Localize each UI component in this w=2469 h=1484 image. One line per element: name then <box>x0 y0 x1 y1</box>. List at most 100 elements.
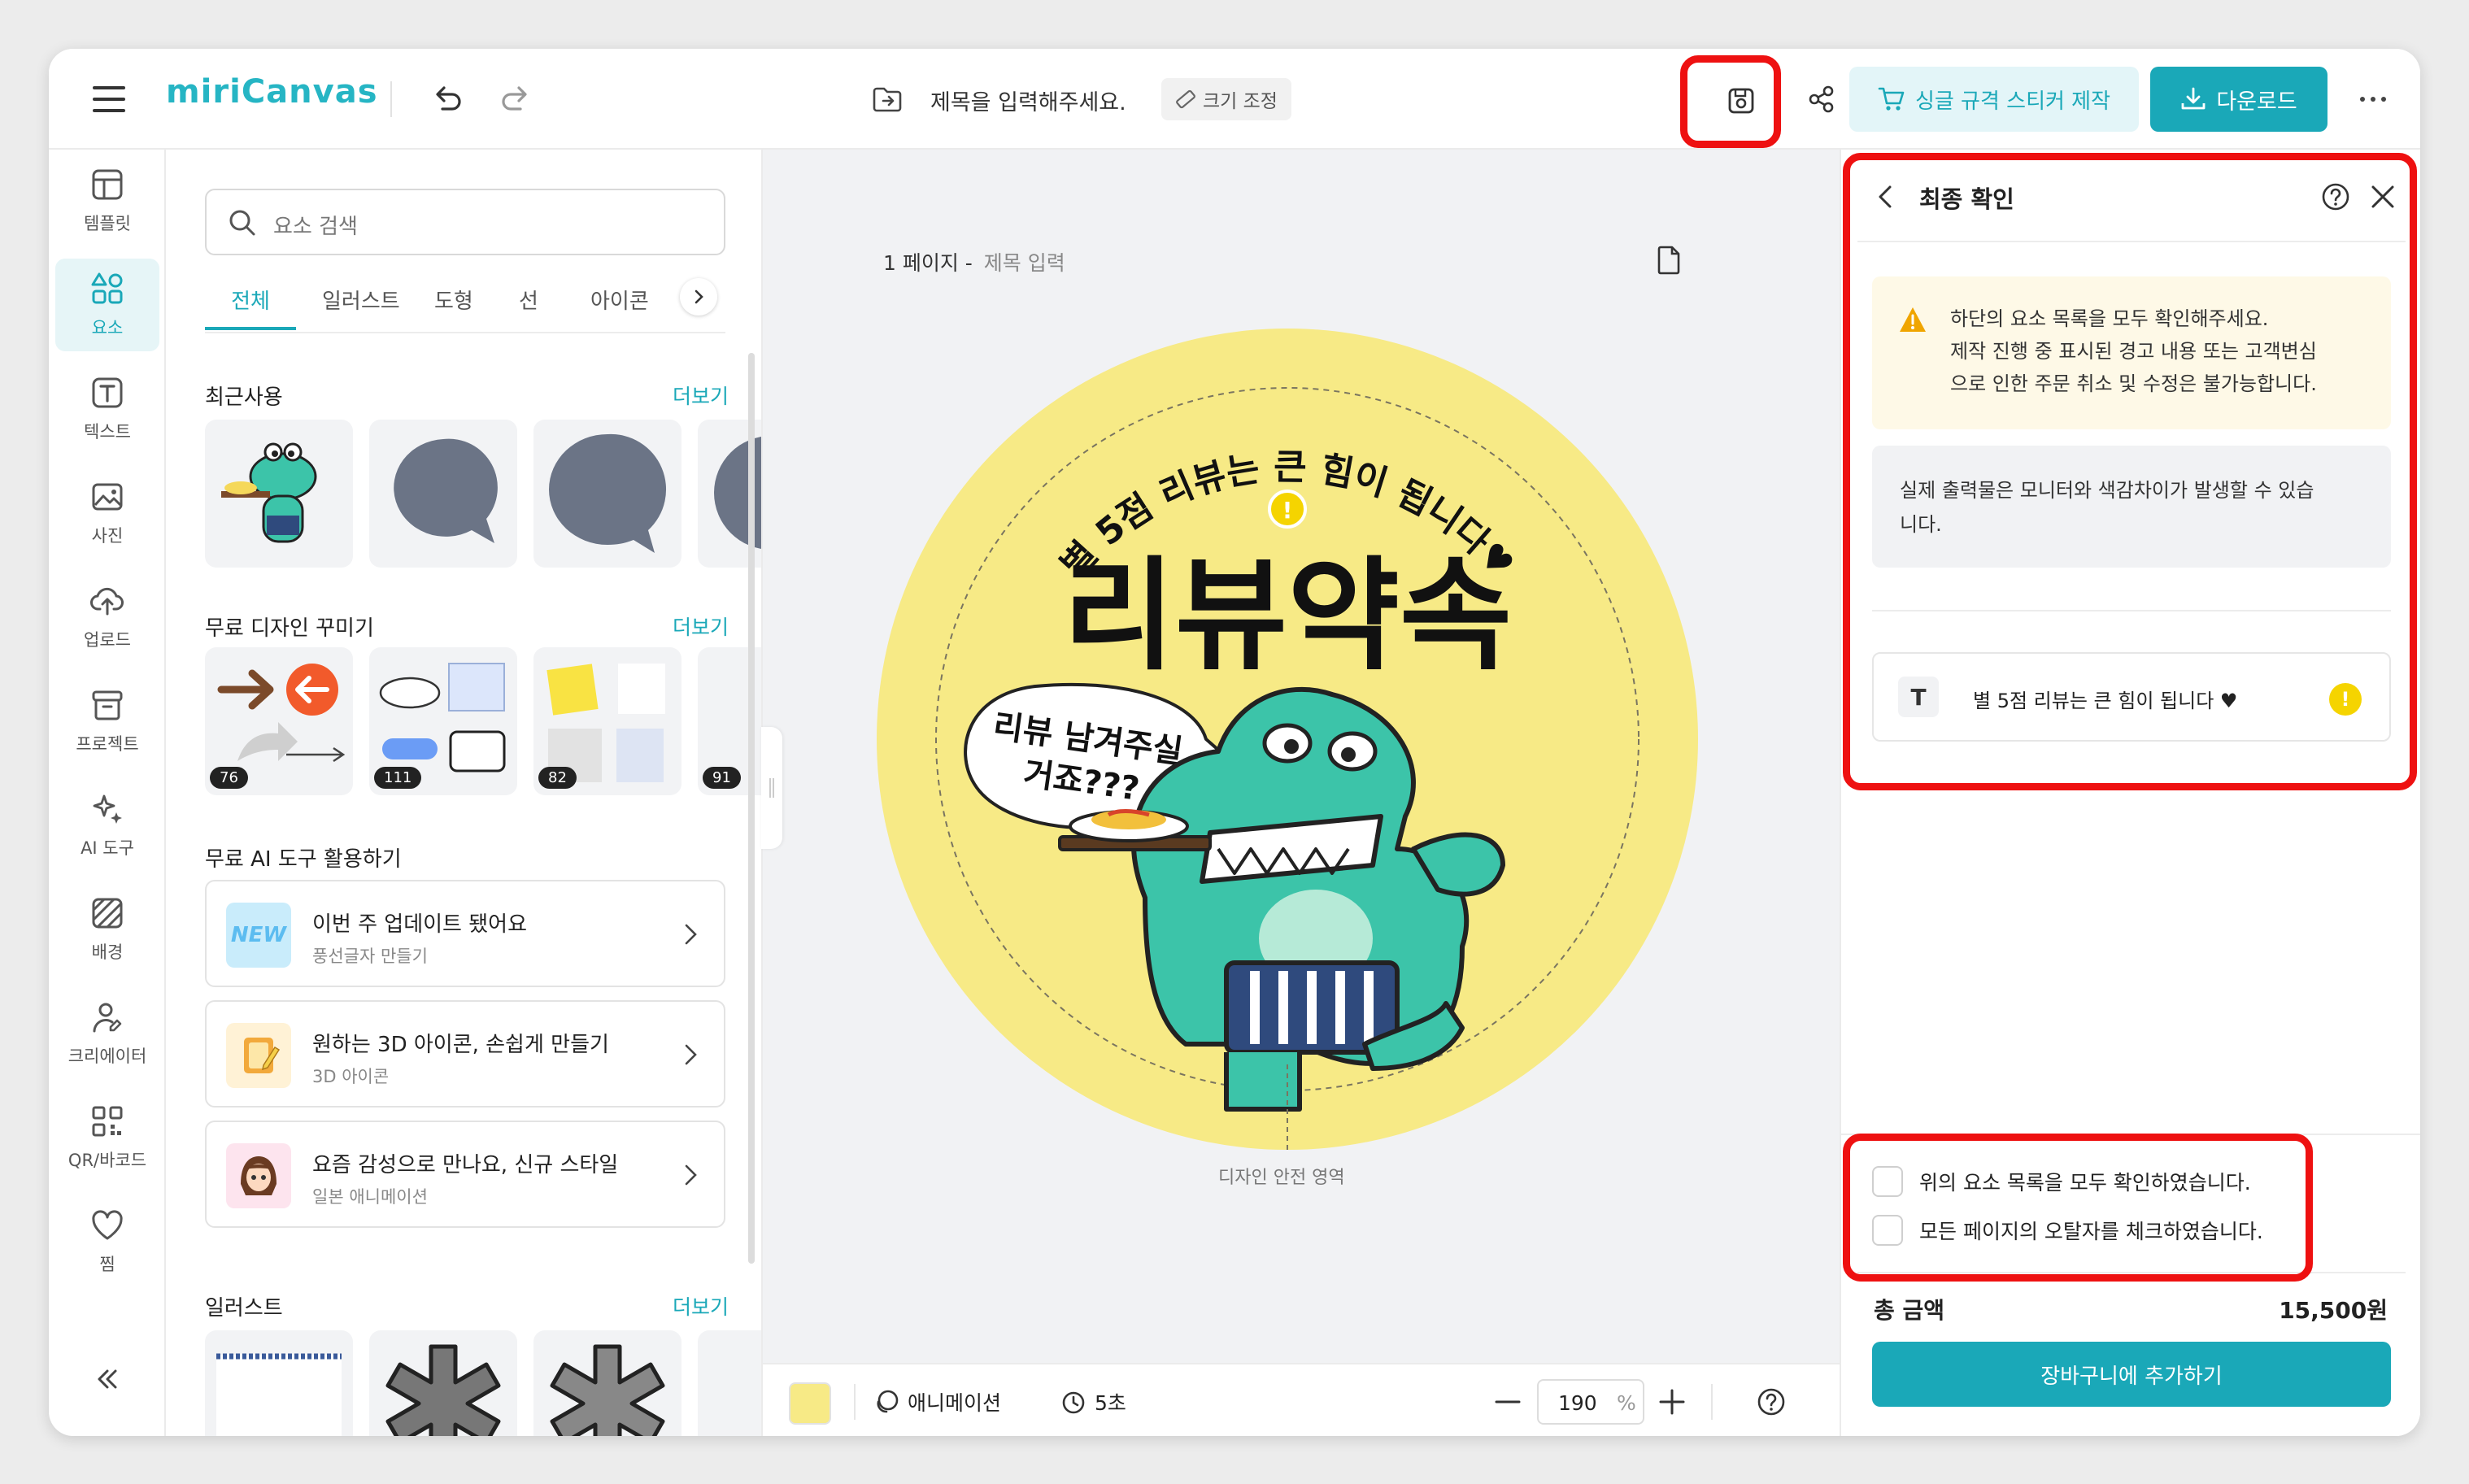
tab-line[interactable]: 선 <box>519 285 538 315</box>
qr-icon <box>89 1103 125 1139</box>
sticker-design[interactable]: 별 5점 리뷰는 큰 힘이 됩니다♥ ! 리뷰약속 리뷰 남겨주실 거죠??? <box>877 329 1698 1150</box>
deco-count-badge: 82 <box>538 767 577 789</box>
recent-thumb-speech-bubble-1[interactable] <box>369 420 517 568</box>
illust-thumb-asterisk-1[interactable] <box>369 1330 517 1436</box>
asterisk-icon <box>550 1344 665 1436</box>
deco-thumb-notes[interactable]: 82 <box>533 647 681 795</box>
elements-panel: 요소 검색 전체 일러스트 도형 선 아이콘 최근사용 더보기 무료 디자인 꾸… <box>168 150 761 1436</box>
notebook-3d-icon <box>236 1033 281 1078</box>
ai-card-3d-icon[interactable]: 원하는 3D 아이콘, 손쉽게 만들기 3D 아이콘 <box>205 1000 725 1108</box>
duration-button[interactable]: 5초 <box>1060 1382 1126 1421</box>
animation-icon <box>873 1389 899 1415</box>
sidebar-item-creator[interactable]: 크리에이터 <box>55 987 159 1080</box>
tab-illust[interactable]: 일러스트 <box>322 285 400 315</box>
checkbox-elements-confirmed[interactable] <box>1872 1166 1903 1197</box>
download-button[interactable]: 다운로드 <box>2150 67 2327 132</box>
background-color-swatch[interactable] <box>789 1382 831 1425</box>
illust-thumb-frame[interactable] <box>205 1330 353 1436</box>
element-list-item[interactable]: T 별 5점 리뷰는 큰 힘이 됩니다 ♥ ! <box>1872 652 2391 742</box>
illust-thumb-partial[interactable] <box>698 1330 761 1436</box>
divider <box>854 1384 856 1420</box>
timer-icon <box>1060 1389 1086 1415</box>
back-icon[interactable] <box>1874 182 1898 211</box>
add-page-icon[interactable] <box>1656 246 1682 275</box>
menu-icon[interactable] <box>93 85 125 114</box>
deco-thumb-arrows[interactable]: 76 <box>205 647 353 795</box>
anime-face-icon <box>234 1151 283 1200</box>
panel-scrollbar[interactable] <box>748 353 755 1264</box>
zoom-out-icon[interactable] <box>1495 1392 1521 1412</box>
deco-thumb-bubbles[interactable]: 111 <box>369 647 517 795</box>
logo[interactable]: miriCanvas <box>166 73 378 111</box>
ai-sparkle-icon <box>89 791 125 827</box>
left-sidebar: 템플릿 요소 텍스트 사진 업로드 프로젝트 AI 도구 배경 크리에이터 QR… <box>49 150 166 1436</box>
animation-button[interactable]: 애니메이션 <box>873 1382 1001 1421</box>
checkbox-row-typos[interactable]: 모든 페이지의 오탈자를 체크하였습니다. <box>1872 1215 2263 1246</box>
page-label: 1 페이지 - 제목 입력 <box>883 251 1065 275</box>
recent-more-link[interactable]: 더보기 <box>673 381 729 410</box>
free-deco-more-link[interactable]: 더보기 <box>673 611 729 641</box>
sticker-main-text[interactable]: 리뷰약속 <box>1063 546 1512 687</box>
tab-shape[interactable]: 도형 <box>434 285 473 315</box>
sidebar-item-background[interactable]: 배경 <box>55 883 159 976</box>
panel-resize-handle[interactable] <box>761 727 782 849</box>
undo-icon[interactable] <box>431 83 464 115</box>
zoom-input[interactable]: 190 % <box>1537 1379 1644 1425</box>
sidebar-item-favorites[interactable]: 찜 <box>55 1195 159 1288</box>
ai-card-title: 요즘 감성으로 만나요, 신규 스타일 <box>312 1153 619 1177</box>
template-icon <box>89 167 125 202</box>
sidebar-item-qr-barcode[interactable]: QR/바코드 <box>55 1091 159 1184</box>
illust-more-link[interactable]: 더보기 <box>673 1291 729 1321</box>
recent-thumb-speech-bubble-2[interactable] <box>533 420 681 568</box>
checkbox-typos-checked[interactable] <box>1872 1215 1903 1246</box>
help-icon[interactable] <box>2321 182 2350 211</box>
sidebar-item-upload[interactable]: 업로드 <box>55 571 159 664</box>
elements-icon <box>89 271 125 307</box>
ai-card-balloon-text[interactable]: NEW 이번 주 업데이트 됐어요 풍선글자 만들기 <box>205 880 725 987</box>
tab-icon[interactable]: 아이콘 <box>590 285 649 315</box>
resize-button[interactable]: 크기 조정 <box>1161 78 1291 120</box>
warning-text: 하단의 요소 목록을 모두 확인해주세요. 제작 진행 중 표시된 경고 내용 … <box>1950 307 2317 395</box>
zoom-in-icon[interactable] <box>1659 1389 1685 1415</box>
chevron-right-icon <box>690 288 708 306</box>
tab-all[interactable]: 전체 <box>205 285 296 330</box>
sidebar-item-template[interactable]: 템플릿 <box>55 154 159 247</box>
sidebar-item-text[interactable]: 텍스트 <box>55 363 159 455</box>
new-badge-text: NEW <box>230 923 287 947</box>
page-title-input[interactable]: 제목 입력 <box>984 251 1065 275</box>
ai-card-title: 이번 주 업데이트 됐어요 <box>312 912 527 937</box>
speech-bubble-icon <box>394 438 498 543</box>
add-to-cart-button[interactable]: 장바구니에 추가하기 <box>1872 1342 2391 1407</box>
sidebar-item-ai-tools[interactable]: AI 도구 <box>55 779 159 872</box>
asterisk-icon <box>385 1344 501 1436</box>
folder-move-icon[interactable] <box>872 85 903 114</box>
grip-icon <box>769 778 774 798</box>
background-icon <box>89 895 125 931</box>
share-icon[interactable] <box>1807 85 1836 114</box>
divider <box>390 81 392 117</box>
tabs-next-button[interactable] <box>680 278 717 316</box>
search-input[interactable]: 요소 검색 <box>273 210 358 240</box>
recent-thumb-crocodile[interactable] <box>205 420 353 568</box>
document-title-input[interactable]: 제목을 입력해주세요. <box>930 85 1126 116</box>
divider <box>1857 1272 2406 1273</box>
save-button[interactable] <box>1698 73 1784 128</box>
ai-card-anime-style[interactable]: 요즘 감성으로 만나요, 신규 스타일 일본 애니메이션 <box>205 1121 725 1228</box>
checkbox-row-elements[interactable]: 위의 요소 목록을 모두 확인하였습니다. <box>1872 1166 2251 1197</box>
speech-bubble-icon <box>549 433 667 553</box>
redo-icon[interactable] <box>499 83 532 115</box>
sticker-order-button[interactable]: 싱글 규격 스티커 제작 <box>1849 67 2139 132</box>
crocodile-mascot-icon <box>221 442 317 543</box>
sidebar-item-elements[interactable]: 요소 <box>55 259 159 351</box>
collapse-sidebar-icon[interactable] <box>91 1363 124 1395</box>
illust-thumb-asterisk-2[interactable] <box>533 1330 681 1436</box>
canvas-area: 1 페이지 - 제목 입력 별 5점 리뷰는 큰 힘이 됩니다♥ ! 리뷰약속 … <box>761 150 1841 1436</box>
help-icon[interactable] <box>1757 1387 1786 1417</box>
sidebar-item-project[interactable]: 프로젝트 <box>55 675 159 768</box>
more-options-icon[interactable] <box>2358 93 2388 106</box>
close-icon[interactable] <box>2368 182 2397 211</box>
search-box[interactable]: 요소 검색 <box>205 189 725 255</box>
illust-section-title: 일러스트 <box>205 1296 283 1321</box>
sidebar-item-photo[interactable]: 사진 <box>55 467 159 559</box>
chevron-right-icon <box>678 1161 703 1189</box>
